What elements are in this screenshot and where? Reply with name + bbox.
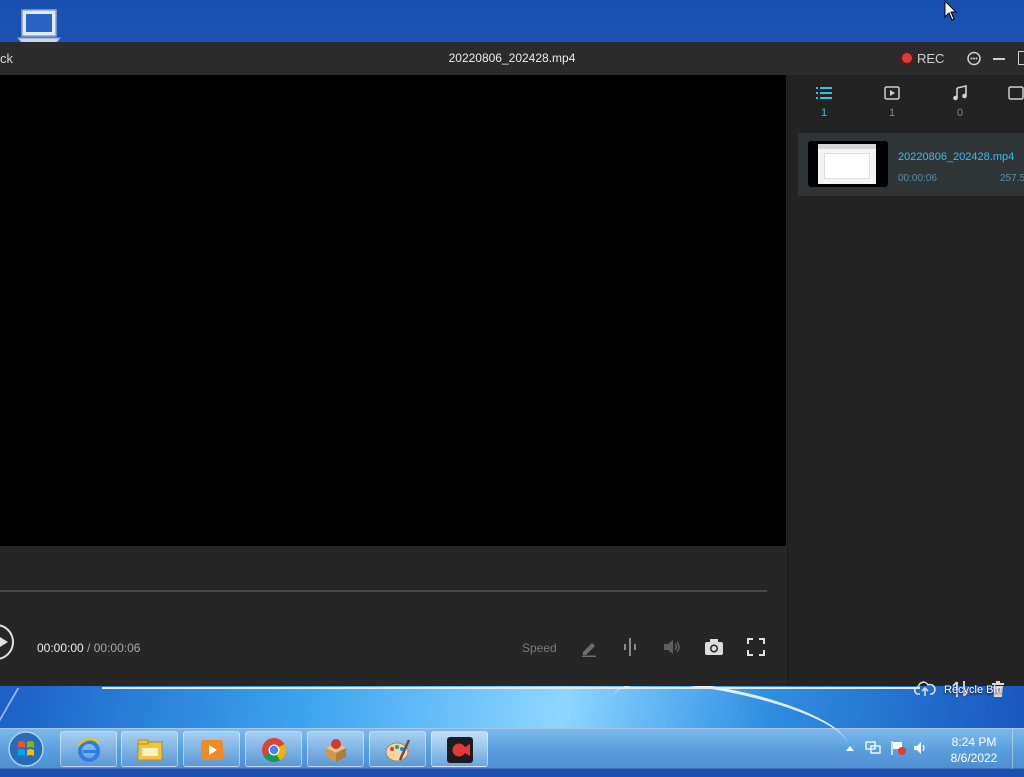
upload-cloud-icon[interactable]	[914, 679, 936, 699]
feedback-icon[interactable]	[966, 51, 982, 67]
current-time: 00:00:00	[37, 641, 84, 655]
chrome-icon	[262, 738, 287, 763]
taskbar-paint[interactable]	[369, 731, 426, 767]
fullscreen-icon[interactable]	[745, 636, 767, 658]
tab-audio-count: 0	[956, 107, 964, 119]
taskbar-file-explorer[interactable]	[121, 731, 178, 767]
record-icon	[902, 53, 912, 63]
paint-icon	[385, 739, 411, 762]
maximize-icon[interactable]	[1018, 51, 1024, 65]
file-size: 257.5	[1000, 173, 1024, 184]
video-player-window: ck 20220806_202428.mp4 REC 00:00:00 / 00…	[0, 42, 1024, 697]
taskbar-chrome[interactable]	[245, 731, 302, 767]
total-time: 00:00:06	[93, 641, 141, 655]
taskbar: 8:24 PM 8/6/2022	[0, 728, 1024, 769]
progress-bar[interactable]	[0, 590, 767, 592]
video-canvas[interactable]	[0, 75, 786, 546]
clock-date: 8/6/2022	[950, 751, 998, 765]
screen-recorder-icon	[447, 737, 473, 763]
list-item[interactable]: 20220806_202428.mp4 00:00:06 257.5	[798, 133, 1024, 196]
tab-audio[interactable]: 0	[940, 85, 980, 119]
tab-video[interactable]: 1	[872, 85, 912, 119]
taskbar-screen-recorder[interactable]	[431, 731, 488, 767]
camera-icon[interactable]	[703, 636, 725, 658]
tab-video-count: 1	[888, 107, 896, 119]
installer-box-icon	[326, 739, 346, 762]
mouse-cursor-icon	[944, 0, 958, 21]
taskbar-media-player[interactable]	[183, 731, 240, 767]
volume-icon[interactable]	[661, 636, 683, 658]
rec-button[interactable]: REC	[902, 49, 944, 67]
trim-icon[interactable]	[619, 636, 641, 658]
tab-all[interactable]: 1	[804, 85, 844, 119]
time-separator: /	[83, 641, 94, 655]
action-center-flag-icon[interactable]	[891, 741, 906, 755]
window-title: 20220806_202428.mp4	[448, 51, 576, 65]
video-thumbnail	[808, 141, 888, 187]
recycle-bin-label[interactable]: Recycle Bin	[944, 684, 1002, 696]
start-button[interactable]	[6, 730, 46, 768]
list-icon	[816, 87, 832, 99]
tab-all-count: 1	[820, 107, 828, 119]
play-button[interactable]	[0, 624, 14, 660]
wallpaper	[0, 686, 1024, 728]
media-player-icon	[201, 740, 223, 760]
title-bar: ck 20220806_202428.mp4 REC	[0, 42, 1024, 76]
media-library-panel: 1 1 0 20220806_202428.mp4 00:00:06 257.5	[787, 75, 1024, 697]
horizontal-scrollbar[interactable]	[102, 687, 920, 689]
system-tray	[844, 737, 934, 764]
file-explorer-icon	[137, 739, 163, 761]
video-icon	[884, 86, 900, 100]
show-desktop-button[interactable]	[1012, 729, 1024, 769]
music-icon	[953, 85, 967, 101]
speed-button[interactable]: Speed	[522, 641, 557, 655]
edit-icon[interactable]	[578, 636, 600, 658]
clock-time: 8:24 PM	[951, 735, 997, 749]
play-icon	[0, 637, 8, 647]
time-display: 00:00:00 / 00:00:06	[37, 641, 140, 655]
file-name: 20220806_202428.mp4	[898, 151, 1015, 163]
network-icon[interactable]	[865, 741, 881, 754]
volume-tray-icon[interactable]	[914, 742, 925, 754]
computer-icon[interactable]	[14, 8, 62, 44]
internet-explorer-icon	[77, 738, 101, 762]
minimize-icon[interactable]	[993, 58, 1005, 60]
system-clock[interactable]: 8:24 PM 8/6/2022	[944, 734, 1004, 766]
rec-label: REC	[917, 50, 945, 66]
file-duration: 00:00:06	[898, 173, 937, 184]
show-hidden-icons-icon[interactable]	[846, 746, 854, 751]
taskbar-internet-explorer[interactable]	[60, 731, 117, 767]
image-icon	[1008, 86, 1024, 100]
taskbar-installer[interactable]	[307, 731, 364, 767]
playback-controls: 00:00:00 / 00:00:06 Speed	[0, 546, 786, 686]
tab-image[interactable]	[1006, 85, 1024, 106]
